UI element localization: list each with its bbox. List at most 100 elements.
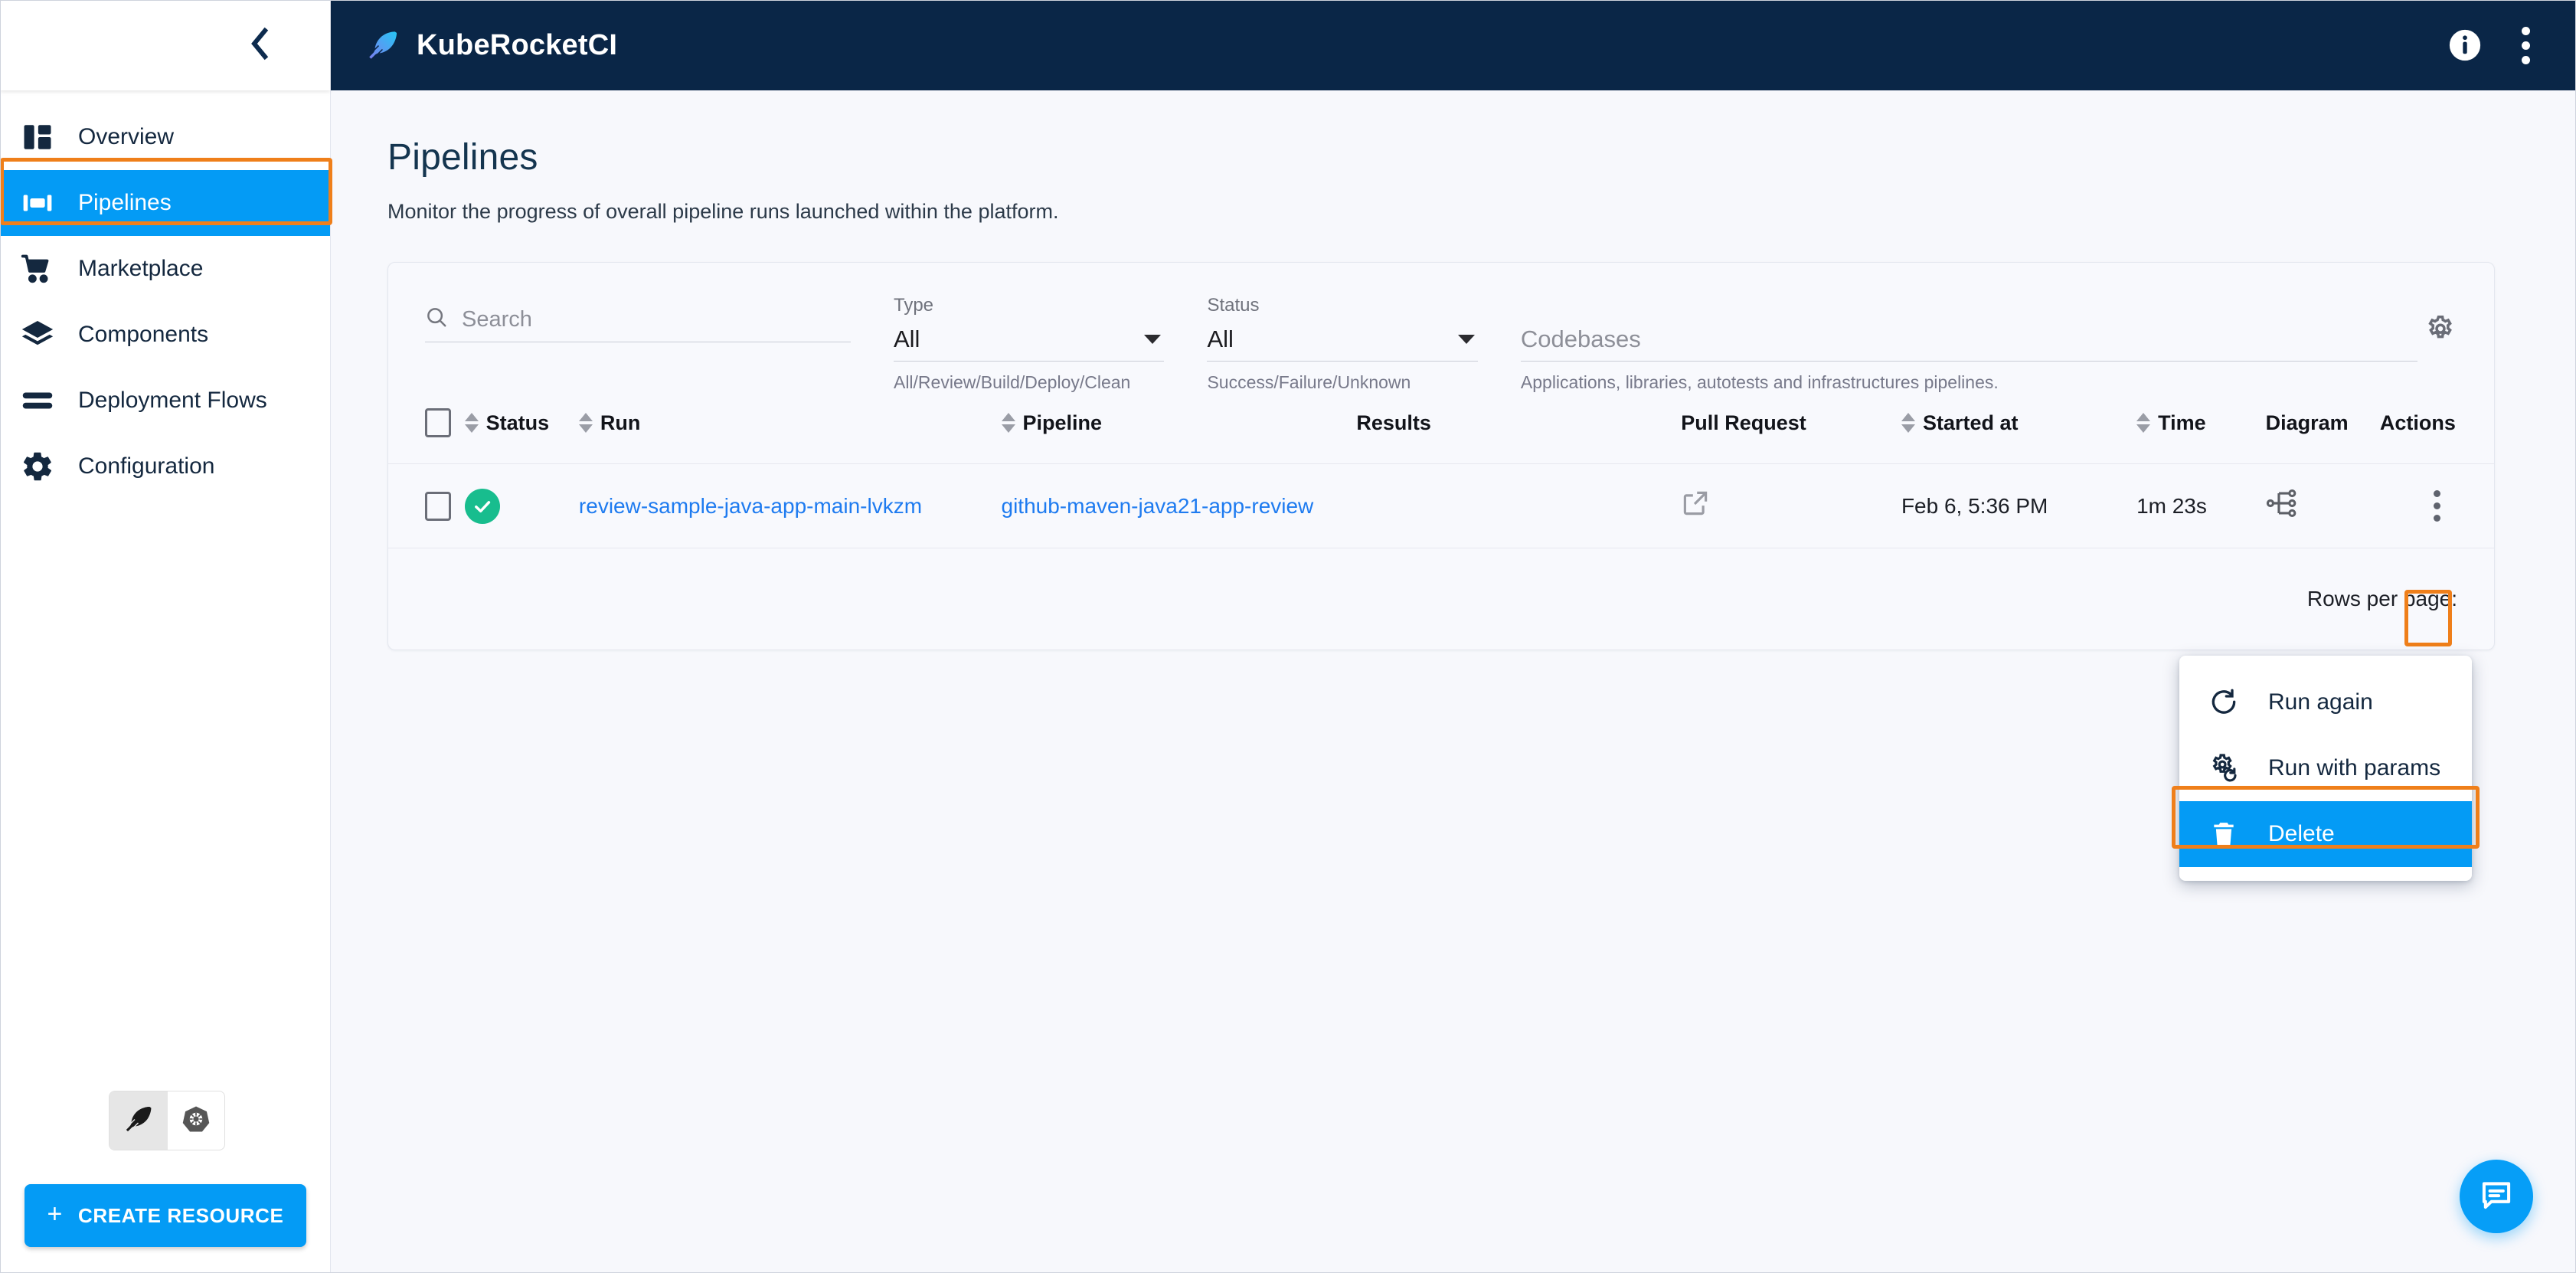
- table-body: review-sample-java-app-main-lvkzm github…: [388, 464, 2494, 548]
- pipelines-icon: [20, 185, 55, 221]
- type-filter-help: All/Review/Build/Deploy/Clean: [894, 372, 1164, 393]
- column-label: Diagram: [2266, 411, 2349, 435]
- rows-per-page-label: Rows per page:: [2307, 587, 2457, 611]
- codebases-filter-help: Applications, libraries, autotests and i…: [1521, 372, 2418, 393]
- check-circle-icon: [465, 489, 500, 524]
- chevron-left-icon: [247, 26, 270, 65]
- menu-item-label: Delete: [2268, 821, 2335, 847]
- type-filter[interactable]: Type All All/Review/Build/Deploy/Clean: [894, 295, 1164, 393]
- type-filter-label: Type: [894, 295, 1164, 316]
- status-filter-value: All: [1207, 326, 1233, 353]
- cluster-switcher[interactable]: [109, 1091, 225, 1150]
- column-results: Results: [1356, 394, 1681, 464]
- status-filter-label: Status: [1207, 295, 1477, 316]
- chevron-down-icon[interactable]: [1144, 335, 1161, 344]
- gear-icon: [20, 449, 55, 484]
- table-row[interactable]: review-sample-java-app-main-lvkzm github…: [388, 464, 2494, 548]
- sidebar-item-pipelines[interactable]: Pipelines: [0, 170, 330, 236]
- sort-icon[interactable]: [465, 413, 479, 433]
- sidebar-header: [0, 0, 330, 90]
- kebab-menu-icon: [2522, 27, 2530, 35]
- sidebar-item-marketplace[interactable]: Marketplace: [0, 236, 330, 302]
- row-status-cell: [465, 464, 579, 548]
- column-label: Started at: [1923, 411, 2019, 435]
- header-menu-button[interactable]: [2516, 22, 2535, 69]
- search-input[interactable]: Search: [425, 295, 851, 342]
- search-icon: [425, 306, 448, 332]
- column-pipeline[interactable]: Pipeline: [1002, 394, 1357, 464]
- sort-icon[interactable]: [1901, 413, 1915, 433]
- sidebar-item-overview[interactable]: Overview: [0, 104, 330, 170]
- kubernetes-helm-icon: [181, 1104, 211, 1137]
- page-title: Pipelines: [387, 136, 2495, 178]
- column-label: Pipeline: [1023, 411, 1103, 435]
- brand[interactable]: KubeRocketCI: [366, 28, 617, 63]
- external-link-icon[interactable]: [1681, 499, 1710, 522]
- cluster-option-kubernetes[interactable]: [167, 1091, 224, 1150]
- column-label: Run: [600, 411, 640, 435]
- menu-item-label: Run again: [2268, 689, 2373, 715]
- kebab-menu-icon: [2434, 490, 2440, 497]
- sort-icon[interactable]: [1002, 413, 1015, 433]
- diagram-tree-icon[interactable]: [2266, 500, 2298, 524]
- sidebar-item-label: Deployment Flows: [78, 388, 267, 414]
- cluster-option-kuberocket[interactable]: [110, 1091, 167, 1150]
- row-time-cell: 1m 23s: [2136, 464, 2266, 548]
- plus-icon: +: [47, 1201, 62, 1227]
- sort-icon[interactable]: [579, 413, 593, 433]
- chat-fab-button[interactable]: [2460, 1160, 2533, 1233]
- sidebar-item-deployment-flows[interactable]: Deployment Flows: [0, 368, 330, 434]
- row-started-at-cell: Feb 6, 5:36 PM: [1901, 464, 2136, 548]
- sort-icon[interactable]: [2136, 413, 2150, 433]
- top-header: KubeRocketCI: [331, 0, 2576, 90]
- row-checkbox[interactable]: [425, 492, 451, 521]
- run-link[interactable]: review-sample-java-app-main-lvkzm: [579, 494, 922, 518]
- sidebar-item-label: Components: [78, 322, 208, 348]
- column-run[interactable]: Run: [579, 394, 1002, 464]
- menu-item-run-again[interactable]: Run again: [2179, 669, 2472, 735]
- menu-item-delete[interactable]: Delete: [2179, 801, 2472, 867]
- sidebar-item-label: Overview: [78, 124, 174, 150]
- gear-refresh-icon: [2207, 751, 2241, 785]
- sidebar-item-label: Pipelines: [78, 190, 172, 216]
- trash-icon: [2207, 817, 2241, 851]
- sidebar-item-label: Marketplace: [78, 256, 203, 282]
- row-actions-menu-button[interactable]: [2380, 490, 2494, 522]
- cart-icon: [20, 251, 55, 286]
- row-diagram-cell: [2266, 464, 2380, 548]
- row-pipeline-cell: github-maven-java21-app-review: [1002, 464, 1357, 548]
- sidebar-item-configuration[interactable]: Configuration: [0, 434, 330, 499]
- collapse-sidebar-button[interactable]: [238, 25, 280, 66]
- sidebar-item-components[interactable]: Components: [0, 302, 330, 368]
- row-run-cell: review-sample-java-app-main-lvkzm: [579, 464, 1002, 548]
- row-actions-cell: [2380, 464, 2494, 548]
- column-label: Results: [1356, 411, 1431, 435]
- table-settings-button[interactable]: [2417, 309, 2463, 355]
- row-select-cell: [388, 464, 465, 548]
- kuberocket-feather-icon: [123, 1104, 154, 1138]
- info-circle-icon: [2447, 28, 2483, 63]
- codebases-placeholder: Codebases: [1521, 326, 1641, 353]
- select-all-checkbox[interactable]: [425, 408, 451, 437]
- status-filter-help: Success/Failure/Unknown: [1207, 372, 1477, 393]
- status-filter[interactable]: Status All Success/Failure/Unknown: [1207, 295, 1477, 393]
- sidebar: Overview Pipelines Marketplace Component…: [0, 0, 331, 1273]
- pipeline-link[interactable]: github-maven-java21-app-review: [1002, 494, 1314, 518]
- column-started-at[interactable]: Started at: [1901, 394, 2136, 464]
- codebases-filter[interactable]: Codebases Applications, libraries, autot…: [1521, 295, 2418, 393]
- chat-bubble-icon: [2479, 1177, 2514, 1216]
- sidebar-footer: + CREATE RESOURCE: [0, 1091, 331, 1273]
- column-status[interactable]: Status: [465, 394, 579, 464]
- page-subtitle: Monitor the progress of overall pipeline…: [387, 200, 2495, 224]
- header-actions: [2447, 22, 2535, 69]
- row-pull-request-cell: [1681, 464, 1901, 548]
- table-footer: Rows per page:: [388, 548, 2494, 650]
- column-time[interactable]: Time: [2136, 394, 2266, 464]
- create-resource-button[interactable]: + CREATE RESOURCE: [25, 1184, 306, 1247]
- menu-item-run-with-params[interactable]: Run with params: [2179, 735, 2472, 801]
- gear-icon: [2424, 313, 2457, 351]
- column-select-all: [388, 394, 465, 464]
- info-button[interactable]: [2447, 28, 2483, 63]
- brand-title: KubeRocketCI: [417, 29, 617, 62]
- chevron-down-icon[interactable]: [1458, 335, 1475, 344]
